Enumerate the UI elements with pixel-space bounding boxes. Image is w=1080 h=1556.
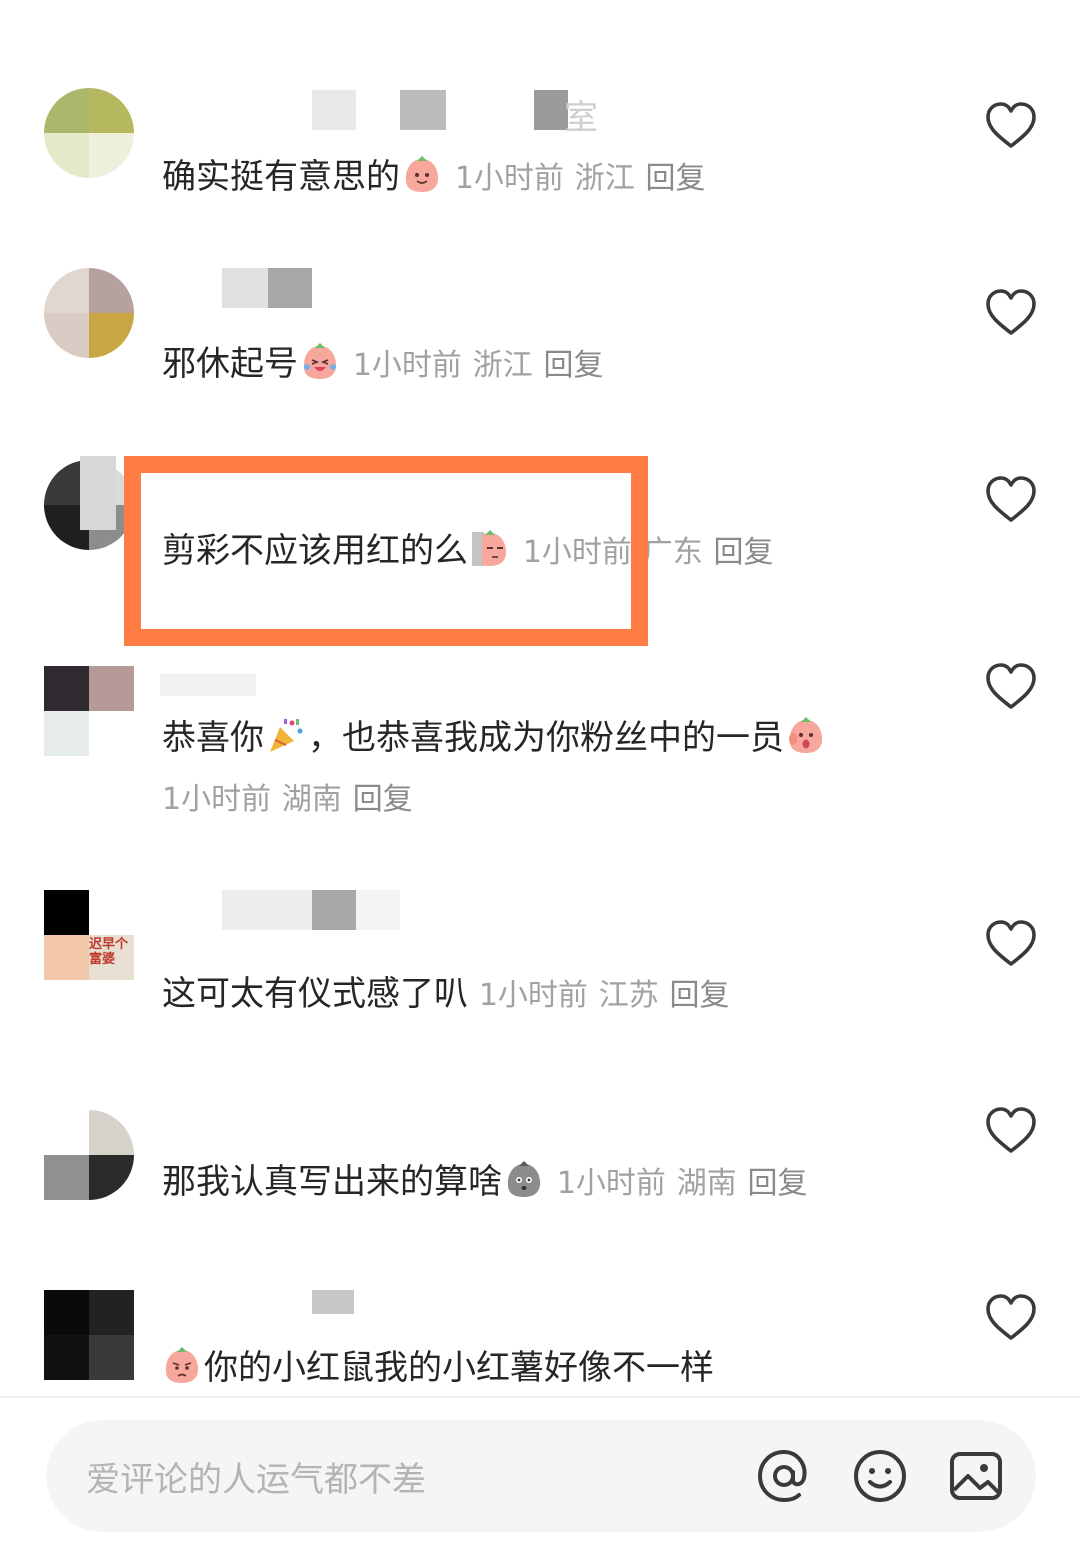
like-heart-icon[interactable] <box>984 918 1038 968</box>
comment-text-cont: ，也恭喜我成为你粉丝中的一员 <box>308 718 784 758</box>
avatar[interactable] <box>44 1290 134 1380</box>
gray-sweet-potato-emoji <box>507 1161 541 1197</box>
comment-input-placeholder[interactable]: 爱评论的人运气都不差 <box>86 1452 426 1501</box>
comment-body: 这可太有仪式感了叭 1小时前 江苏 回复 <box>162 972 730 1018</box>
comment-location: 广东 <box>642 535 703 570</box>
like-heart-icon[interactable] <box>984 474 1038 524</box>
comment-location: 湖南 <box>676 1166 737 1201</box>
username-blurred[interactable]: 室 <box>160 90 600 138</box>
comment-text: 这可太有仪式感了叭 <box>162 974 468 1014</box>
reply-button[interactable]: 回复 <box>748 1166 808 1201</box>
smiley-icon[interactable] <box>848 1444 912 1508</box>
shocked-sweet-potato-emoji <box>789 715 826 755</box>
avatar[interactable]: 迟早个富婆 <box>44 890 134 980</box>
comment-time: 1小时前 <box>352 348 462 383</box>
comment-body: 确实挺有意思的 1小时前 浙江 回复 <box>162 154 706 201</box>
like-heart-icon[interactable] <box>984 1105 1038 1155</box>
comment-body: 你的小红鼠我的小红薯好像不一样 <box>162 1345 714 1390</box>
reply-button[interactable]: 回复 <box>670 978 730 1013</box>
comment-time: 1小时前 <box>556 1166 666 1201</box>
happy-sweet-potato-emoji <box>402 154 442 194</box>
comment-meta-line: 1小时前 湖南 回复 <box>162 776 413 822</box>
username-blurred[interactable] <box>160 664 260 704</box>
like-heart-icon[interactable] <box>984 1292 1038 1342</box>
comment-input-bar[interactable]: 爱评论的人运气都不差 <box>46 1420 1036 1532</box>
like-heart-icon[interactable] <box>984 100 1038 150</box>
comment-time: 1小时前 <box>454 161 564 196</box>
comment-body: 恭喜你 ，也恭喜我成为你粉丝中的一员 <box>162 715 828 760</box>
comment-location: 江苏 <box>598 978 659 1013</box>
avatar[interactable] <box>44 1110 134 1200</box>
username-blurred[interactable] <box>160 890 400 930</box>
comment-text: 恭喜你 <box>162 718 264 758</box>
comment-location: 浙江 <box>472 348 533 383</box>
comment-body: 那我认真写出来的算啥 1小时前 湖南 回复 <box>162 1159 808 1206</box>
avatar[interactable] <box>44 88 134 178</box>
reply-button[interactable]: 回复 <box>646 161 706 196</box>
reply-button[interactable]: 回复 <box>353 782 413 817</box>
comment-text: 你的小红鼠我的小红薯好像不一样 <box>204 1348 714 1388</box>
comment-text: 那我认真写出来的算啥 <box>162 1162 502 1202</box>
avatar[interactable] <box>44 268 134 358</box>
reply-button[interactable]: 回复 <box>714 535 774 570</box>
reply-button[interactable]: 回复 <box>544 348 604 383</box>
pleading-sweet-potato-emoji <box>162 1345 202 1385</box>
divider <box>0 1396 1080 1398</box>
avatar-caption: 迟早个富婆 <box>89 937 129 967</box>
comment-time: 1小时前 <box>162 782 272 817</box>
avatar[interactable] <box>44 666 134 756</box>
username-blurred[interactable] <box>160 1290 360 1330</box>
comment-text: 邪休起号 <box>162 344 298 384</box>
comment-text: 确实挺有意思的 <box>162 157 400 197</box>
username-blurred[interactable] <box>160 268 330 308</box>
crying-laughing-sweet-potato-emoji <box>300 341 340 381</box>
comment-location: 浙江 <box>574 161 635 196</box>
comment-location: 湖南 <box>281 782 342 817</box>
highlight-annotation-box <box>124 456 648 646</box>
image-icon[interactable] <box>944 1444 1008 1508</box>
like-heart-icon[interactable] <box>984 661 1038 711</box>
comment-time: 1小时前 <box>478 978 588 1013</box>
username-fragment: 室 <box>564 98 598 138</box>
party-popper-emoji <box>270 719 303 752</box>
like-heart-icon[interactable] <box>984 287 1038 337</box>
comment-body: 邪休起号 1小时前 浙江 回复 <box>162 341 604 388</box>
at-icon[interactable] <box>752 1444 816 1508</box>
